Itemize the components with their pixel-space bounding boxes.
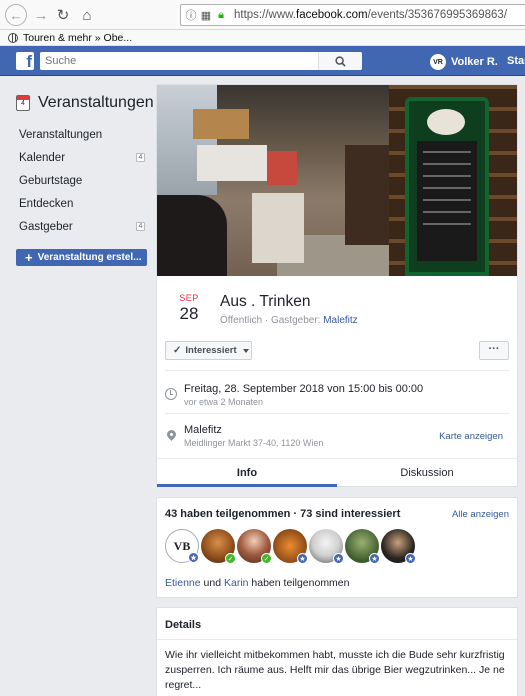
friend-link[interactable]: Karin <box>224 577 249 589</box>
url-text[interactable]: https://www.facebook.com/events/35367699… <box>234 9 507 21</box>
facebook-logo-icon[interactable]: f <box>16 52 34 70</box>
star-icon: ★ <box>369 553 380 564</box>
cover-photo[interactable] <box>157 85 517 276</box>
event-title: Aus . Trinken <box>220 293 311 310</box>
participants-summary: 43 haben teilgenommen · 73 sind interess… <box>165 508 401 520</box>
star-icon: ★ <box>333 553 344 564</box>
venue-name[interactable]: Malefitz <box>184 424 222 436</box>
sidebar-header: 4 Veranstaltungen <box>16 94 154 112</box>
reload-icon[interactable]: ↻ <box>52 4 74 26</box>
check-icon: ✓ <box>225 553 236 564</box>
tab-discussion[interactable]: Diskussion <box>337 459 517 487</box>
create-event-button[interactable]: + Veranstaltung erstel... <box>16 249 147 266</box>
participants-card: 43 haben teilgenommen · 73 sind interess… <box>156 497 518 598</box>
star-icon: ★ <box>297 553 308 564</box>
divider <box>165 413 509 414</box>
avatar[interactable]: ★ <box>381 529 416 564</box>
details-title: Details <box>165 619 202 631</box>
permissions-icon[interactable]: ▦ <box>200 9 212 22</box>
plus-icon: + <box>25 250 33 265</box>
divider <box>157 639 517 640</box>
more-options-button[interactable]: ··· <box>479 341 509 360</box>
globe-icon <box>8 32 18 43</box>
avatar[interactable]: ★ <box>345 529 380 564</box>
bookmark-item[interactable]: Touren & mehr » Obe... <box>23 32 132 44</box>
avatar[interactable]: ✓ <box>237 529 272 564</box>
sidebar-item-gastgeber[interactable]: Gastgeber 4 <box>0 215 155 238</box>
event-date: SEP 28 <box>177 293 201 324</box>
friends-attended-text: Etienne und Karin haben teilgenommen <box>165 577 350 589</box>
event-card: SEP 28 Aus . Trinken Öffentlich · Gastge… <box>156 84 518 487</box>
avatar[interactable]: ★ <box>273 529 308 564</box>
sidebar-item-entdecken[interactable]: Entdecken <box>0 192 155 215</box>
event-subtitle: Öffentlich · Gastgeber: Malefitz <box>220 315 358 326</box>
back-icon[interactable]: ← <box>5 4 27 26</box>
host-link[interactable]: Malefitz <box>323 315 357 326</box>
divider <box>165 370 509 371</box>
left-sidebar: 4 Veranstaltungen Veranstaltungen Kalend… <box>0 77 155 696</box>
avatar[interactable]: ★ <box>309 529 344 564</box>
address-bar[interactable]: ⓘ ▦ 🔒︎ https://www.facebook.com/events/3… <box>180 4 525 26</box>
sidebar-item-veranstaltungen[interactable]: Veranstaltungen <box>0 123 155 146</box>
search-input[interactable] <box>40 55 318 67</box>
details-text: Wie ihr vielleicht mitbekommen habt, mus… <box>165 649 505 691</box>
calendar-icon: 4 <box>16 95 30 111</box>
search-icon <box>335 55 346 67</box>
browser-toolbar: ← → ↻ ⌂ ⓘ ▦ 🔒︎ https://www.facebook.com/… <box>0 0 525 30</box>
forward-icon[interactable]: → <box>30 4 52 26</box>
bookmarks-bar: Touren & mehr » Obe... <box>0 30 525 46</box>
facebook-header: f VR Volker R. Star <box>0 46 525 76</box>
search-bar <box>40 52 362 70</box>
avatar: VR <box>430 54 446 70</box>
event-month: SEP <box>179 293 199 303</box>
count-badge: 4 <box>136 222 145 231</box>
chevron-down-icon <box>242 348 249 353</box>
info-icon[interactable]: ⓘ <box>185 7 197 23</box>
location-pin-icon <box>165 428 178 441</box>
event-day: 28 <box>179 304 199 323</box>
tab-info[interactable]: Info <box>157 459 337 487</box>
sidebar-menu: Veranstaltungen Kalender 4 Geburtstage E… <box>0 123 155 238</box>
avatar[interactable]: ✓ <box>201 529 236 564</box>
participant-avatars: VB ★ ✓ ✓ ★ ★ ★ ★ <box>165 529 416 564</box>
friend-link[interactable]: Etienne <box>165 577 201 589</box>
star-icon: ★ <box>405 553 416 564</box>
sidebar-item-geburtstage[interactable]: Geburtstage <box>0 169 155 192</box>
sidebar-item-kalender[interactable]: Kalender 4 <box>0 146 155 169</box>
check-icon: ✓ <box>261 553 272 564</box>
check-icon: ✓ <box>173 345 182 356</box>
user-name: Volker R. <box>451 56 498 68</box>
event-tabs: Info Diskussion <box>157 458 517 487</box>
search-button[interactable] <box>318 52 362 70</box>
lock-icon[interactable]: 🔒︎ <box>215 9 227 22</box>
star-icon: ★ <box>188 552 199 563</box>
show-all-link[interactable]: Alle anzeigen <box>452 509 509 520</box>
sidebar-title[interactable]: Veranstaltungen <box>38 94 154 112</box>
home-link[interactable]: Star <box>507 55 525 67</box>
avatar[interactable]: VB ★ <box>165 529 199 563</box>
show-map-link[interactable]: Karte anzeigen <box>439 431 503 442</box>
count-badge: 4 <box>136 153 145 162</box>
home-icon[interactable]: ⌂ <box>76 4 98 26</box>
clock-icon <box>165 388 177 400</box>
profile-link[interactable]: VR Volker R. <box>430 54 498 70</box>
details-card: Details Wie ihr vielleicht mitbekommen h… <box>156 607 518 696</box>
interested-button[interactable]: ✓ Interessiert <box>165 341 252 360</box>
venue-address: Meidlinger Markt 37-40, 1120 Wien <box>184 438 324 448</box>
